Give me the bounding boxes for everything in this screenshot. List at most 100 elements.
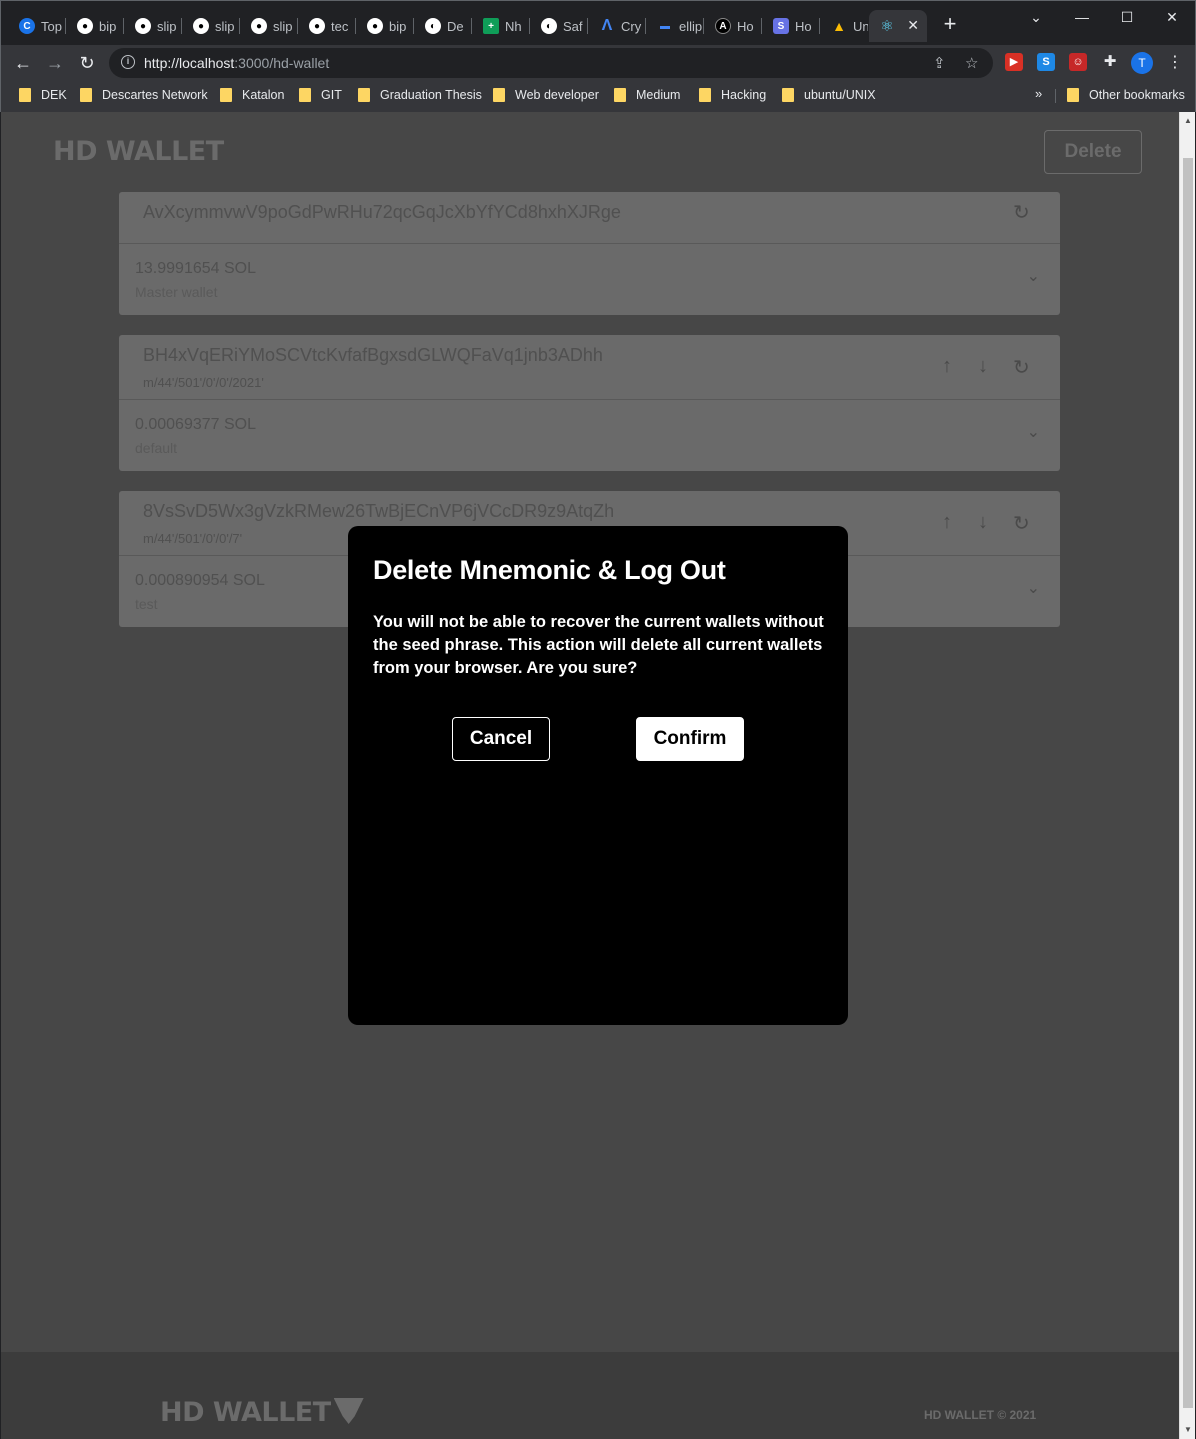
arrow-up-icon[interactable]: ↑ bbox=[942, 355, 952, 378]
extension-s-icon[interactable]: S bbox=[1037, 53, 1055, 71]
refresh-icon[interactable]: ↻ bbox=[1013, 355, 1030, 380]
footer-copyright: HD WALLET © 2021 bbox=[924, 1408, 1037, 1422]
wallet-header: AvXcymmvwV9poGdPwRHu72qcGqJcXbYfYCd8hxhX… bbox=[119, 192, 1060, 244]
site-info-icon[interactable]: i bbox=[121, 55, 135, 69]
page-viewport: HD WALLET Delete AvXcymmvwV9poGdPwRHu72q… bbox=[1, 112, 1179, 1439]
bookmark-thesis[interactable]: Graduation Thesis bbox=[358, 86, 482, 104]
wallet-address: BH4xVqERiYMoSCVtcKvfafBgxsdGLWQFaVq1jnb3… bbox=[143, 345, 603, 365]
cancel-button[interactable]: Cancel bbox=[452, 717, 550, 761]
tab-8[interactable]: + Nh bbox=[473, 10, 530, 42]
tab-10[interactable]: Λ Cry bbox=[589, 10, 646, 42]
tab-13[interactable]: S Ho bbox=[763, 10, 820, 42]
modal-title: Delete Mnemonic & Log Out bbox=[373, 555, 726, 585]
drive-icon: ▲ bbox=[832, 18, 846, 34]
tab-7[interactable]: ◐ De bbox=[415, 10, 472, 42]
arrow-up-icon[interactable]: ↑ bbox=[942, 511, 952, 534]
tab-strip: C Top ● bip ● slip ● slip ● slip ● tec ● bip ◐ D… bbox=[1, 1, 1195, 45]
github-icon: ● bbox=[251, 18, 267, 34]
tab-2[interactable]: ● slip bbox=[125, 10, 182, 42]
bar-icon: ▬ bbox=[660, 20, 670, 32]
arrow-down-icon[interactable]: ↓ bbox=[978, 355, 988, 378]
modal-message: You will not be able to recover the curr… bbox=[373, 613, 824, 677]
tab-1[interactable]: ● bip bbox=[67, 10, 124, 42]
extension-robot-icon[interactable]: ☺ bbox=[1069, 53, 1087, 71]
folder-icon bbox=[358, 88, 370, 102]
delete-button[interactable]: Delete bbox=[1044, 130, 1142, 174]
bookmark-webdev[interactable]: Web developer bbox=[493, 86, 599, 104]
chevron-down-icon[interactable]: ⌄ bbox=[1027, 422, 1040, 442]
tab-12[interactable]: A Ho bbox=[705, 10, 762, 42]
wallet-card: AvXcymmvwV9poGdPwRHu72qcGqJcXbYfYCd8hxhX… bbox=[119, 192, 1060, 315]
bookmark-ubuntu[interactable]: ubuntu/UNIX bbox=[782, 86, 876, 104]
bookmark-hacking[interactable]: Hacking bbox=[699, 86, 766, 104]
back-icon[interactable]: ← bbox=[9, 49, 37, 77]
maximize-icon[interactable]: ☐ bbox=[1104, 5, 1150, 29]
wallet-body[interactable]: 0.00069377 SOL default ⌄ bbox=[119, 400, 1060, 471]
refresh-icon[interactable]: ↻ bbox=[1013, 511, 1030, 536]
tab-5[interactable]: ● tec bbox=[299, 10, 356, 42]
bookmark-katalon[interactable]: Katalon bbox=[220, 86, 284, 104]
folder-icon bbox=[1067, 88, 1079, 102]
c-icon: C bbox=[19, 18, 35, 34]
tab-4[interactable]: ● slip bbox=[241, 10, 298, 42]
tab-6[interactable]: ● bip bbox=[357, 10, 414, 42]
chevron-down-icon[interactable]: ⌄ bbox=[1027, 578, 1040, 598]
tab-search-icon[interactable]: ⌄ bbox=[1013, 5, 1059, 29]
bookmark-star-icon[interactable]: ☆ bbox=[965, 54, 978, 72]
address-bar[interactable]: i http://localhost:3000/hd-wallet ⇪ ☆ bbox=[109, 48, 993, 78]
a-icon: A bbox=[715, 18, 731, 34]
s-icon: S bbox=[773, 18, 789, 34]
extension-red-icon[interactable]: ▶ bbox=[1005, 53, 1023, 71]
new-tab-button[interactable]: + bbox=[939, 13, 961, 35]
tab-11[interactable]: ▬ ellip bbox=[647, 10, 704, 42]
bookmarks-overflow-icon[interactable]: » bbox=[1035, 86, 1042, 101]
scrollbar-thumb[interactable] bbox=[1183, 158, 1193, 1408]
profile-avatar[interactable]: T bbox=[1131, 52, 1153, 74]
wallet-name: test bbox=[135, 596, 158, 612]
refresh-icon[interactable]: ↻ bbox=[1013, 200, 1030, 225]
tab-active[interactable]: ⚛ ✕ bbox=[869, 10, 927, 42]
wallet-balance: 0.000890954 SOL bbox=[135, 572, 265, 589]
folder-icon bbox=[220, 88, 232, 102]
bookmark-medium[interactable]: Medium bbox=[614, 86, 680, 104]
bookmark-other[interactable]: Other bookmarks bbox=[1067, 86, 1185, 104]
bookmark-dek[interactable]: DEK bbox=[19, 86, 67, 104]
scroll-up-icon[interactable]: ▲ bbox=[1184, 116, 1192, 125]
wallet-name: Master wallet bbox=[135, 284, 218, 300]
page-title: HD WALLET bbox=[53, 136, 224, 167]
wallet-card: BH4xVqERiYMoSCVtcKvfafBgxsdGLWQFaVq1jnb3… bbox=[119, 335, 1060, 471]
menu-kebab-icon[interactable]: ⋮ bbox=[1167, 52, 1183, 72]
folder-icon bbox=[493, 88, 505, 102]
wallet-balance: 0.00069377 SOL bbox=[135, 416, 256, 433]
folder-icon bbox=[614, 88, 626, 102]
close-window-icon[interactable]: ✕ bbox=[1149, 5, 1195, 29]
wallet-name: default bbox=[135, 440, 178, 456]
extensions-puzzle-icon[interactable]: ✚ bbox=[1101, 53, 1119, 71]
tab-0[interactable]: C Top bbox=[9, 10, 66, 42]
folder-icon bbox=[19, 88, 31, 102]
share-icon[interactable]: ⇪ bbox=[933, 54, 946, 72]
tab-9[interactable]: ◐ Saf bbox=[531, 10, 588, 42]
scroll-down-icon[interactable]: ▼ bbox=[1184, 1425, 1192, 1434]
wallet-body[interactable]: 13.9991654 SOL Master wallet ⌄ bbox=[119, 244, 1060, 315]
close-tab-icon[interactable]: ✕ bbox=[907, 17, 919, 34]
vertical-scrollbar[interactable]: ▲ ▼ bbox=[1179, 112, 1195, 1439]
bookmark-git[interactable]: GIT bbox=[299, 86, 342, 104]
folder-icon bbox=[699, 88, 711, 102]
url-text[interactable]: http://localhost:3000/hd-wallet bbox=[144, 55, 329, 71]
reload-icon[interactable]: ↻ bbox=[73, 49, 101, 77]
bookmark-descartes[interactable]: Descartes Network bbox=[80, 86, 208, 104]
wallet-header: BH4xVqERiYMoSCVtcKvfafBgxsdGLWQFaVq1jnb3… bbox=[119, 335, 1060, 400]
tab-14[interactable]: ▲Unt bbox=[821, 10, 868, 42]
arrow-down-icon[interactable]: ↓ bbox=[978, 511, 988, 534]
confirm-button[interactable]: Confirm bbox=[636, 717, 744, 761]
folder-icon bbox=[80, 88, 92, 102]
minimize-icon[interactable]: — bbox=[1059, 5, 1105, 29]
tab-3[interactable]: ● slip bbox=[183, 10, 240, 42]
github-icon: ● bbox=[135, 18, 151, 34]
forward-icon[interactable]: → bbox=[41, 49, 69, 77]
chevron-down-icon[interactable]: ⌄ bbox=[1027, 266, 1040, 286]
wallet-balance: 13.9991654 SOL bbox=[135, 260, 256, 277]
footer-logo: HD WALLET bbox=[160, 1397, 364, 1428]
bookmarks-divider bbox=[1055, 89, 1056, 103]
